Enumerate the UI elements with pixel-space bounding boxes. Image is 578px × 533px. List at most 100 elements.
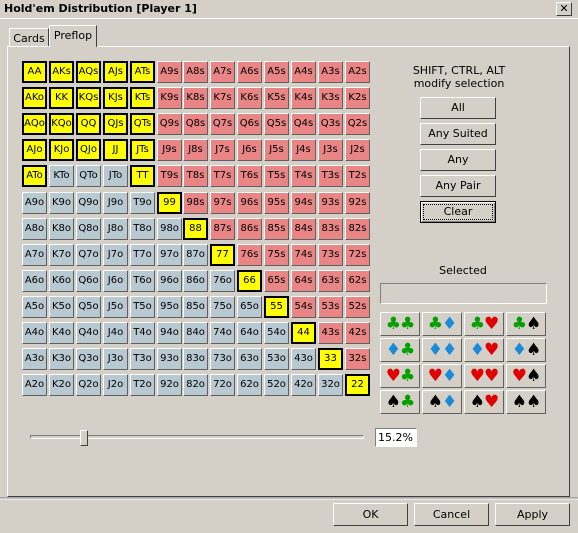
hand-cell[interactable]: 44 bbox=[291, 322, 316, 344]
hand-cell[interactable]: J8s bbox=[183, 139, 208, 161]
hand-cell[interactable]: 76s bbox=[237, 244, 262, 266]
apply-button[interactable]: Apply bbox=[495, 503, 570, 526]
hand-cell[interactable]: 66 bbox=[237, 270, 262, 292]
clear-button[interactable]: Clear bbox=[420, 201, 496, 223]
tab-preflop[interactable]: Preflop bbox=[49, 25, 97, 47]
hand-cell[interactable]: 53o bbox=[264, 348, 289, 370]
suit-combo-button[interactable]: ♠♥ bbox=[464, 390, 504, 414]
hand-cell[interactable]: AKs bbox=[49, 61, 74, 83]
hand-cell[interactable]: T3o bbox=[130, 348, 155, 370]
hand-cell[interactable]: J7s bbox=[210, 139, 235, 161]
hand-cell[interactable]: K7s bbox=[210, 87, 235, 109]
hand-cell[interactable]: K8o bbox=[49, 218, 74, 240]
suit-combo-button[interactable]: ♥♣ bbox=[380, 364, 420, 388]
any-pair-button[interactable]: Any Pair bbox=[420, 175, 496, 197]
hand-cell[interactable]: T7s bbox=[210, 165, 235, 187]
hand-cell[interactable]: 75o bbox=[210, 296, 235, 318]
hand-cell[interactable]: T9o bbox=[130, 192, 155, 214]
hand-cell[interactable]: K2s bbox=[345, 87, 370, 109]
suit-combo-button[interactable]: ♦♣ bbox=[380, 338, 420, 362]
hand-cell[interactable]: 54s bbox=[291, 296, 316, 318]
hand-cell[interactable]: T6s bbox=[237, 165, 262, 187]
hand-cell[interactable]: K4o bbox=[49, 322, 74, 344]
hand-cell[interactable]: Q8s bbox=[183, 113, 208, 135]
hand-cell[interactable]: 93s bbox=[318, 192, 343, 214]
ok-button[interactable]: OK bbox=[333, 503, 408, 526]
hand-cell[interactable]: A4o bbox=[22, 322, 47, 344]
hand-cell[interactable]: J2s bbox=[345, 139, 370, 161]
hand-cell[interactable]: T5s bbox=[264, 165, 289, 187]
suit-combo-button[interactable]: ♣♣ bbox=[380, 312, 420, 336]
hand-cell[interactable]: 54o bbox=[264, 322, 289, 344]
hand-cell[interactable]: QTo bbox=[76, 165, 101, 187]
hand-cell[interactable]: 62o bbox=[237, 374, 262, 396]
hand-cell[interactable]: KQo bbox=[49, 113, 74, 135]
hand-cell[interactable]: J6o bbox=[103, 270, 128, 292]
hand-cell[interactable]: 55 bbox=[264, 296, 289, 318]
any-broadway-button[interactable]: Any Broadway bbox=[420, 149, 496, 186]
hand-cell[interactable]: Q2o bbox=[76, 374, 101, 396]
hand-cell[interactable]: J4o bbox=[103, 322, 128, 344]
hand-cell[interactable]: T2s bbox=[345, 165, 370, 187]
hand-cell[interactable]: 74o bbox=[210, 322, 235, 344]
hand-cell[interactable]: 43s bbox=[318, 322, 343, 344]
hand-cell[interactable]: 85s bbox=[264, 218, 289, 240]
hand-cell[interactable]: T2o bbox=[130, 374, 155, 396]
suit-combo-button[interactable]: ♠♣ bbox=[380, 390, 420, 414]
hand-cell[interactable]: 92s bbox=[345, 192, 370, 214]
hand-cell[interactable]: Q3s bbox=[318, 113, 343, 135]
hand-cell[interactable]: Q9o bbox=[76, 192, 101, 214]
hand-cell[interactable]: 72o bbox=[210, 374, 235, 396]
hand-cell[interactable]: T8s bbox=[183, 165, 208, 187]
hand-cell[interactable]: ATs bbox=[130, 61, 155, 83]
hand-cell[interactable]: 86s bbox=[237, 218, 262, 240]
hand-cell[interactable]: A6s bbox=[237, 61, 262, 83]
hand-cell[interactable]: 98s bbox=[183, 192, 208, 214]
hand-cell[interactable]: 63s bbox=[318, 270, 343, 292]
hand-cell[interactable]: K3o bbox=[49, 348, 74, 370]
hand-cell[interactable]: Q4o bbox=[76, 322, 101, 344]
hand-cell[interactable]: A3o bbox=[22, 348, 47, 370]
hand-cell[interactable]: 62s bbox=[345, 270, 370, 292]
hand-cell[interactable]: 83s bbox=[318, 218, 343, 240]
hand-cell[interactable]: A8s bbox=[183, 61, 208, 83]
hand-cell[interactable]: 98o bbox=[157, 218, 182, 240]
hand-cell[interactable]: T4s bbox=[291, 165, 316, 187]
hand-cell[interactable]: 96o bbox=[157, 270, 182, 292]
hand-cell[interactable]: 42s bbox=[345, 322, 370, 344]
all-button[interactable]: All bbox=[420, 97, 496, 119]
hand-cell[interactable]: QJs bbox=[103, 113, 128, 135]
hand-cell[interactable]: A9o bbox=[22, 192, 47, 214]
suit-combo-button[interactable]: ♦♦ bbox=[422, 338, 462, 362]
hand-cell[interactable]: KTo bbox=[49, 165, 74, 187]
hand-cell[interactable]: JTo bbox=[103, 165, 128, 187]
suit-combo-button[interactable]: ♠♦ bbox=[422, 390, 462, 414]
hand-cell[interactable]: 77 bbox=[210, 244, 235, 266]
hand-cell[interactable]: A3s bbox=[318, 61, 343, 83]
suit-combo-button[interactable]: ♥♠ bbox=[506, 364, 546, 388]
hand-cell[interactable]: J5s bbox=[264, 139, 289, 161]
hand-cell[interactable]: JTs bbox=[130, 139, 155, 161]
suit-combo-button[interactable]: ♠♠ bbox=[506, 390, 546, 414]
hand-cell[interactable]: T6o bbox=[130, 270, 155, 292]
hand-cell[interactable]: K7o bbox=[49, 244, 74, 266]
hand-cell[interactable]: 43o bbox=[291, 348, 316, 370]
hand-cell[interactable]: 73o bbox=[210, 348, 235, 370]
hand-cell[interactable]: 64s bbox=[291, 270, 316, 292]
cancel-button[interactable]: Cancel bbox=[414, 503, 489, 526]
hand-cell[interactable]: QTs bbox=[130, 113, 155, 135]
hand-cell[interactable]: 65o bbox=[237, 296, 262, 318]
suit-combo-button[interactable]: ♣♥ bbox=[464, 312, 504, 336]
hand-cell[interactable]: 52s bbox=[345, 296, 370, 318]
hand-cell[interactable]: 88 bbox=[183, 218, 208, 240]
hand-cell[interactable]: 32o bbox=[318, 374, 343, 396]
hand-cell[interactable]: K6o bbox=[49, 270, 74, 292]
hand-cell[interactable]: T8o bbox=[130, 218, 155, 240]
hand-cell[interactable]: T7o bbox=[130, 244, 155, 266]
hand-cell[interactable]: 64o bbox=[237, 322, 262, 344]
hand-cell[interactable]: 82o bbox=[183, 374, 208, 396]
hand-cell[interactable]: T5o bbox=[130, 296, 155, 318]
hand-cell[interactable]: Q6o bbox=[76, 270, 101, 292]
hand-cell[interactable]: A4s bbox=[291, 61, 316, 83]
hand-cell[interactable]: K8s bbox=[183, 87, 208, 109]
